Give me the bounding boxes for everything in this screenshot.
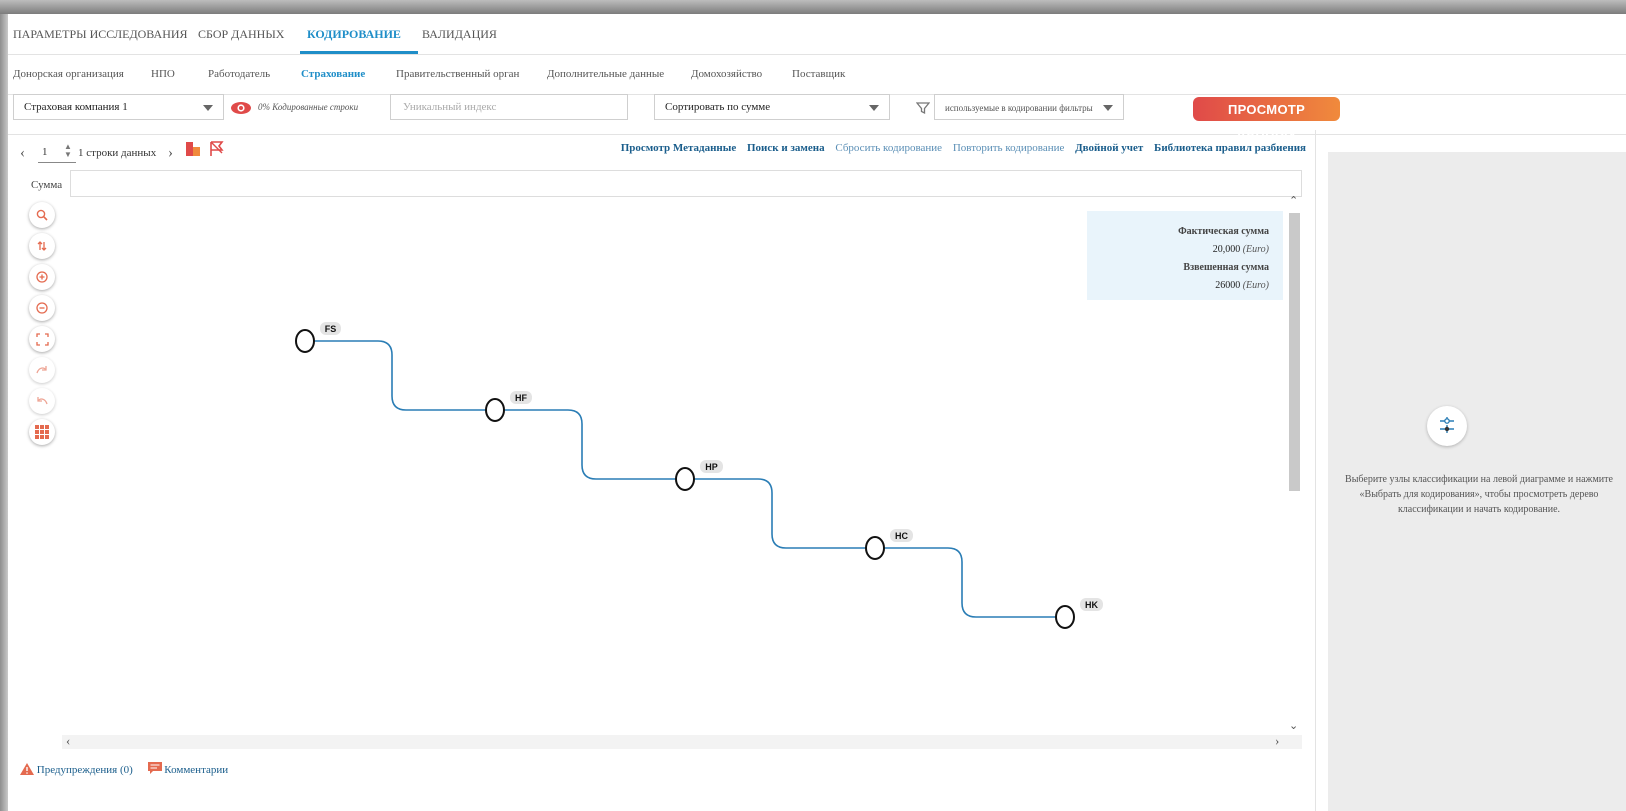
classification-tree-icon: [1427, 406, 1467, 446]
app-window: ПАРАМЕТРЫ ИССЛЕДОВАНИЯ СБОР ДАННЫХ КОДИР…: [8, 14, 1626, 811]
horizontal-scrollbar[interactable]: [62, 735, 1302, 749]
node-fs[interactable]: FS: [295, 322, 341, 353]
classification-diagram: FS HF HP HC HK: [295, 322, 1103, 629]
classification-hint: Выберите узлы классификации на левой диа…: [1345, 474, 1613, 515]
vertical-scrollbar-thumb[interactable]: [1289, 213, 1300, 491]
actual-sum-row: 20,000 (Euro): [1087, 241, 1269, 259]
node-hk[interactable]: HK: [1055, 598, 1103, 629]
sum-info-box: Фактическая сумма 20,000 (Euro) Взвешенн…: [1087, 211, 1283, 300]
weighted-sum-value: 26000: [1215, 280, 1241, 291]
connector-hf-hp: [495, 409, 685, 480]
node-label: HF: [515, 393, 527, 403]
connector-hc-hk: [875, 547, 1065, 618]
node-hf[interactable]: HF: [485, 391, 532, 422]
node-label: HC: [895, 531, 908, 541]
currency-label: (Euro): [1242, 280, 1269, 291]
window-left-border: [0, 14, 8, 811]
window-top-border: [0, 0, 1626, 14]
warning-icon: [20, 763, 34, 778]
weighted-sum-row: 26000 (Euro): [1087, 277, 1269, 295]
warnings-link[interactable]: Предупреждения (0): [37, 764, 133, 776]
panel-divider: [1315, 130, 1316, 811]
weighted-sum-label: Взвешенная сумма: [1183, 262, 1269, 273]
node-hp[interactable]: HP: [675, 460, 723, 491]
scroll-down-icon[interactable]: ⌄: [1289, 719, 1298, 732]
connector-hp-hc: [685, 478, 875, 549]
node-label: HK: [1085, 600, 1098, 610]
footer-bar: Предупреждения (0) Комментарии: [20, 762, 228, 778]
actual-sum-label: Фактическая сумма: [1178, 226, 1269, 237]
node-label: FS: [325, 324, 337, 334]
actual-sum-value: 20,000: [1212, 244, 1241, 255]
connector-fs-hf: [313, 340, 495, 411]
comments-link[interactable]: Комментарии: [164, 764, 228, 776]
scroll-right-icon[interactable]: ›: [1275, 733, 1279, 749]
node-label: HP: [705, 462, 718, 472]
currency-label: (Euro): [1242, 244, 1269, 255]
scroll-left-icon[interactable]: ‹: [66, 733, 70, 749]
node-hc[interactable]: HC: [865, 529, 913, 560]
comment-icon: [147, 762, 162, 778]
scroll-up-icon[interactable]: ⌃: [1289, 194, 1298, 207]
